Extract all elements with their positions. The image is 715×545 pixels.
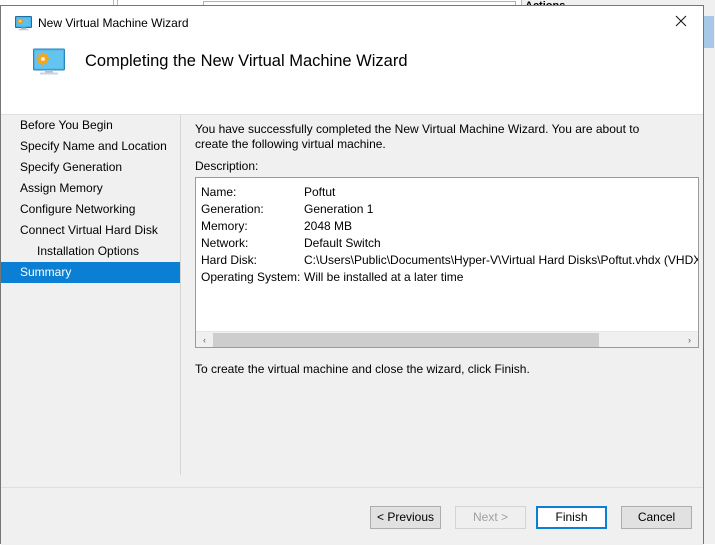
dialog-content: You have successfully completed the New … <box>181 115 703 487</box>
sidebar-item-connect-virtual-hard-disk[interactable]: Connect Virtual Hard Disk <box>1 220 180 241</box>
intro-text: You have successfully completed the New … <box>195 122 665 152</box>
sidebar-item-assign-memory[interactable]: Assign Memory <box>1 178 180 199</box>
summary-row-key: Memory: <box>201 218 248 235</box>
summary-row-key: Name: <box>201 184 236 201</box>
sidebar-item-installation-options[interactable]: Installation Options <box>1 241 180 262</box>
wizard-step-list: Before You BeginSpecify Name and Locatio… <box>1 115 180 480</box>
summary-row-key: Network: <box>201 235 248 252</box>
background-vertical-scrollbar[interactable] <box>703 14 715 544</box>
summary-row-value: C:\Users\Public\Documents\Hyper-V\Virtua… <box>304 252 699 269</box>
summary-row-value: Default Switch <box>304 235 381 252</box>
summary-row: Memory: 2048 MB <box>201 218 698 235</box>
summary-row-key: Generation: <box>201 201 264 218</box>
summary-row: Operating System:Will be installed at a … <box>201 269 698 286</box>
sidebar-item-configure-networking[interactable]: Configure Networking <box>1 199 180 220</box>
summary-row-value: Poftut <box>304 184 335 201</box>
virtual-machine-icon <box>32 48 66 76</box>
dialog-footer: < Previous Next > Finish Cancel <box>1 487 703 545</box>
finish-button[interactable]: Finish <box>536 506 607 529</box>
page-title: Completing the New Virtual Machine Wizar… <box>85 46 408 76</box>
sidebar-item-specify-name-and-location[interactable]: Specify Name and Location <box>1 136 180 157</box>
dialog-body: Before You BeginSpecify Name and Locatio… <box>1 115 703 487</box>
sidebar-item-specify-generation[interactable]: Specify Generation <box>1 157 180 178</box>
next-button: Next > <box>455 506 526 529</box>
finish-instruction-text: To create the virtual machine and close … <box>195 362 530 377</box>
close-icon[interactable] <box>659 6 703 36</box>
scroll-right-icon[interactable]: › <box>681 332 698 348</box>
summary-row-value: Will be installed at a later time <box>304 269 463 286</box>
scroll-left-icon[interactable]: ‹ <box>196 332 213 348</box>
description-label: Description: <box>195 159 258 174</box>
previous-button[interactable]: < Previous <box>370 506 441 529</box>
cancel-button[interactable]: Cancel <box>621 506 692 529</box>
summary-row-key: Hard Disk: <box>201 252 257 269</box>
scrollbar-thumb[interactable] <box>213 333 599 347</box>
summary-row-key: Operating System: <box>201 269 300 286</box>
virtual-machine-icon <box>15 16 32 31</box>
summary-row: Name: Poftut <box>201 184 698 201</box>
sidebar-item-summary[interactable]: Summary <box>1 262 180 283</box>
dialog-header-banner: Completing the New Virtual Machine Wizar… <box>1 40 703 115</box>
dialog-title: New Virtual Machine Wizard <box>38 15 189 31</box>
sidebar-item-before-you-begin[interactable]: Before You Begin <box>1 115 180 136</box>
summary-row: Network: Default Switch <box>201 235 698 252</box>
summary-row: Generation: Generation 1 <box>201 201 698 218</box>
dialog-titlebar: New Virtual Machine Wizard <box>1 6 703 40</box>
background-scrollbar-thumb[interactable] <box>703 16 714 48</box>
summary-row: Hard Disk: C:\Users\Public\Documents\Hype… <box>201 252 698 269</box>
new-virtual-machine-wizard-dialog: New Virtual Machine Wizard <box>0 5 704 544</box>
horizontal-scrollbar[interactable]: ‹ › <box>196 331 698 347</box>
summary-description-box: Name:PoftutGeneration:Generation 1Memory… <box>195 177 699 348</box>
summary-row-value: Generation 1 <box>304 201 373 218</box>
summary-row-value: 2048 MB <box>304 218 352 235</box>
